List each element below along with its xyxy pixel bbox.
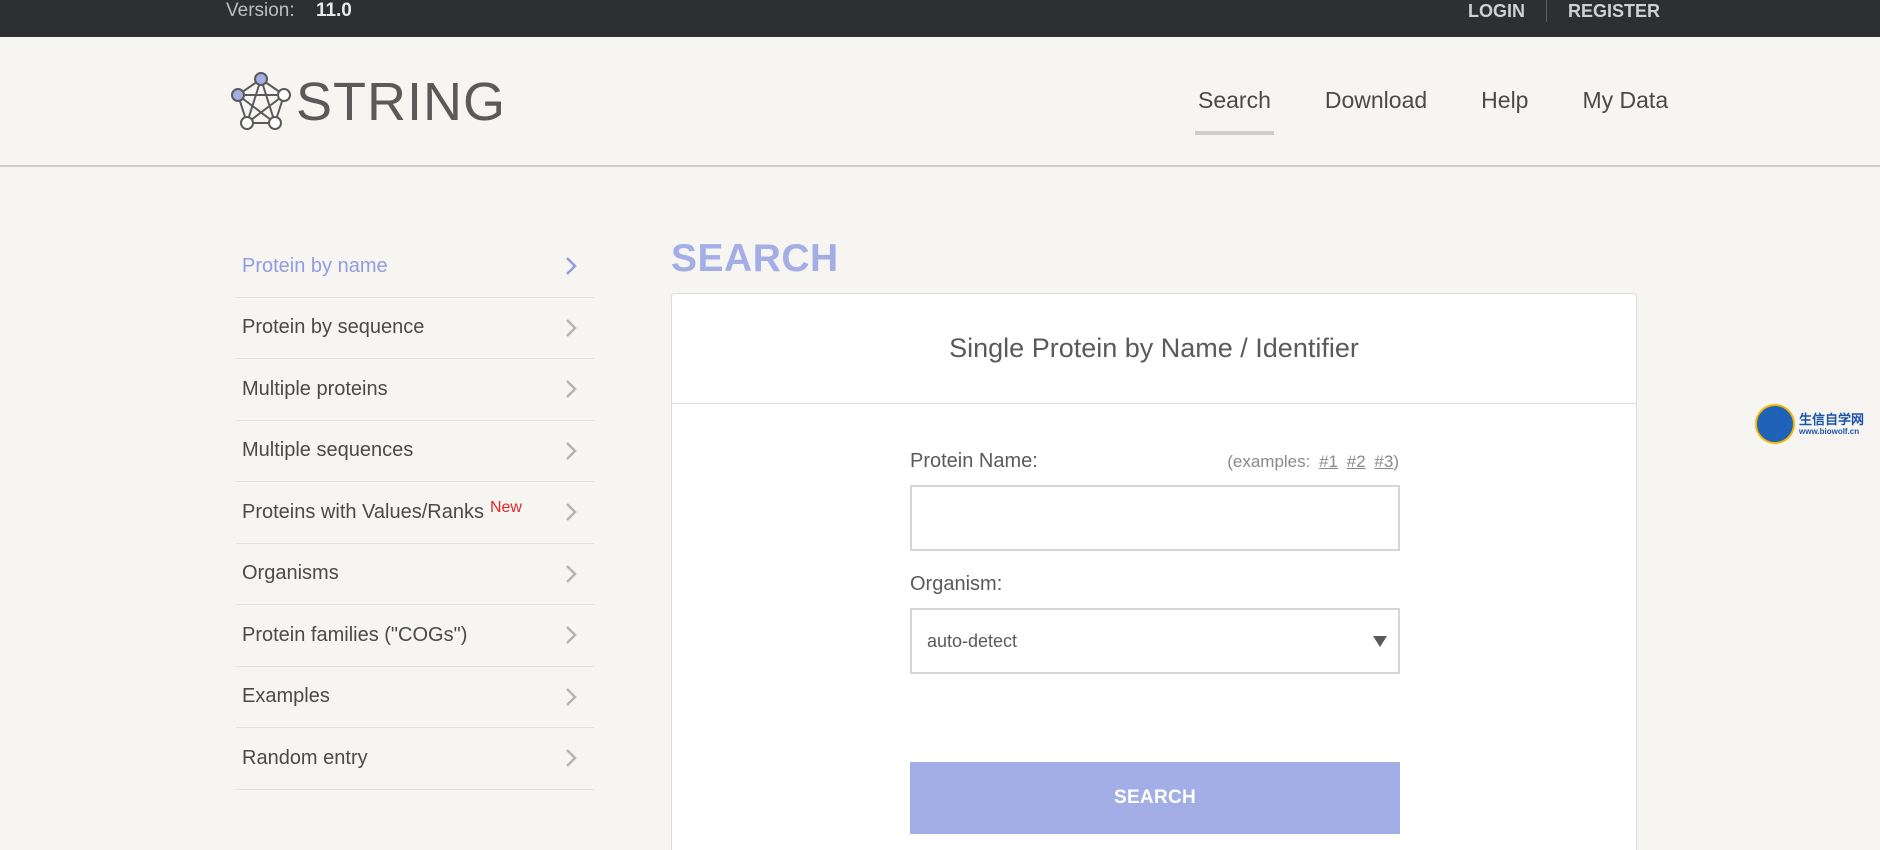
top-bar: Version: 11.0 LOGIN REGISTER [0, 0, 1880, 37]
examples-links: (examples: #1 #2 #3) [1227, 452, 1399, 472]
search-form-card: Single Protein by Name / Identifier Prot… [671, 293, 1637, 850]
sidebar-item-protein-by-sequence[interactable]: Protein by sequence [236, 298, 594, 359]
example-link-3[interactable]: #3 [1374, 452, 1393, 471]
logo-text: STRING [296, 72, 507, 132]
nav-help[interactable]: Help [1478, 87, 1531, 135]
register-link[interactable]: REGISTER [1568, 1, 1660, 22]
sidebar-item-organisms[interactable]: Organisms [236, 544, 594, 605]
new-badge: New [489, 499, 522, 517]
version-number: 11.0 [315, 0, 352, 21]
site-header: STRING Search Download Help My Data [0, 37, 1880, 167]
watermark-sub: www.biowolf.cn [1799, 426, 1860, 436]
protein-name-label: Protein Name: [910, 450, 1038, 472]
chevron-right-icon [566, 503, 577, 522]
string-logo[interactable]: STRING [230, 71, 506, 133]
chevron-right-icon [566, 749, 577, 768]
sidebar-item-label: Multiple sequences [242, 439, 414, 462]
examples-suffix: ) [1393, 452, 1399, 471]
search-button[interactable]: SEARCH [910, 762, 1400, 834]
auth-links: LOGIN REGISTER [1468, 0, 1660, 22]
chevron-right-icon [566, 626, 577, 645]
sidebar-item-values-ranks[interactable]: Proteins with Values/Ranks New [236, 482, 594, 544]
sidebar-item-label: Examples [242, 685, 330, 708]
sidebar-item-label: Multiple proteins [242, 377, 388, 400]
chevron-right-icon [566, 441, 577, 460]
sidebar-item-label: Proteins with Values/Ranks [242, 500, 484, 523]
sidebar-item-multiple-sequences[interactable]: Multiple sequences [236, 421, 594, 482]
biowolf-watermark: 生信自学网 www.biowolf.cn [1755, 404, 1864, 444]
examples-prefix: (examples: [1227, 452, 1311, 471]
sidebar-item-protein-by-name[interactable]: Protein by name [236, 236, 594, 298]
version-info: Version: 11.0 [226, 0, 352, 22]
version-label: Version: [226, 0, 295, 21]
card-title: Single Protein by Name / Identifier [672, 294, 1636, 404]
dropdown-triangle-icon [1373, 636, 1387, 647]
watermark-text: 生信自学网 www.biowolf.cn [1799, 413, 1864, 436]
organism-select[interactable]: auto-detect [910, 608, 1400, 674]
example-link-2[interactable]: #2 [1347, 452, 1366, 471]
nav-search[interactable]: Search [1195, 87, 1274, 135]
nav-my-data[interactable]: My Data [1579, 87, 1671, 135]
search-type-sidebar: Protein by name Protein by sequence Mult… [236, 236, 594, 790]
chevron-right-icon [566, 687, 577, 706]
sidebar-item-label: Protein by name [242, 254, 388, 277]
chevron-right-icon [566, 318, 577, 337]
protein-name-input[interactable] [910, 485, 1400, 551]
chevron-right-icon [566, 257, 577, 276]
organism-label: Organism: [910, 573, 1003, 595]
sidebar-item-random-entry[interactable]: Random entry [236, 728, 594, 790]
sidebar-item-examples[interactable]: Examples [236, 667, 594, 728]
biowolf-logo-icon [1755, 404, 1795, 444]
nav-download[interactable]: Download [1322, 87, 1430, 135]
page-title: SEARCH [671, 237, 839, 280]
main-nav: Search Download Help My Data [1195, 87, 1719, 135]
login-link[interactable]: LOGIN [1468, 1, 1525, 22]
sidebar-item-label: Random entry [242, 746, 368, 769]
sidebar-item-label: Protein by sequence [242, 316, 425, 339]
auth-divider [1545, 0, 1547, 22]
sidebar-item-multiple-proteins[interactable]: Multiple proteins [236, 359, 594, 421]
sidebar-item-label: Protein families ("COGs") [242, 623, 468, 646]
sidebar-item-protein-families[interactable]: Protein families ("COGs") [236, 605, 594, 667]
watermark-main: 生信自学网 [1799, 411, 1865, 427]
network-logo-icon [231, 72, 291, 130]
example-link-1[interactable]: #1 [1319, 452, 1338, 471]
sidebar-item-label: Organisms [242, 562, 339, 585]
chevron-right-icon [566, 380, 577, 399]
organism-selected-value: auto-detect [927, 630, 1018, 651]
chevron-right-icon [566, 564, 577, 583]
